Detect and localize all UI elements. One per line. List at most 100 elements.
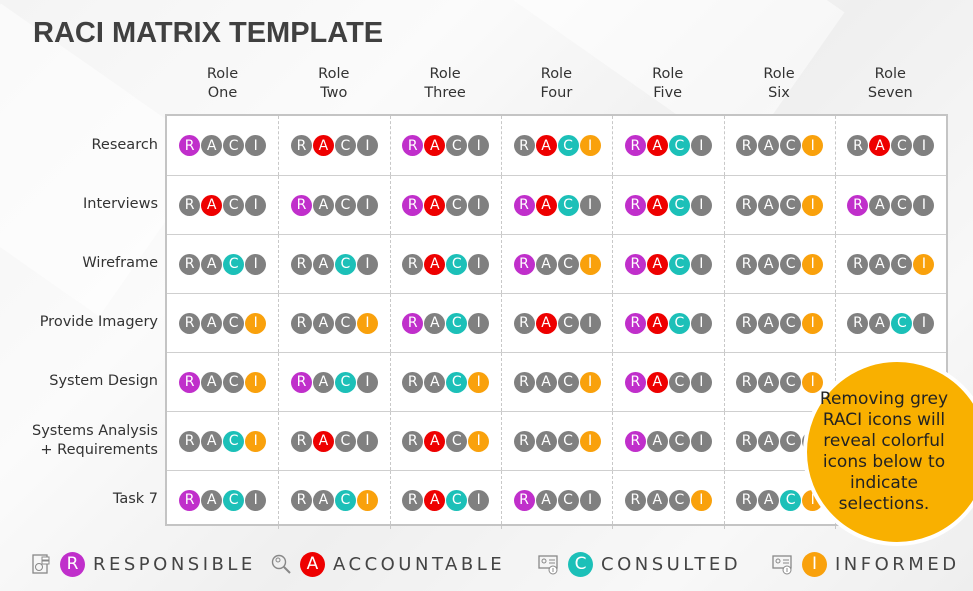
raci-icon-c[interactable]: C	[557, 253, 579, 275]
raci-icon-i[interactable]: I	[468, 371, 490, 393]
raci-icon-r[interactable]: R	[290, 430, 312, 452]
raci-icon-r[interactable]: R	[736, 430, 758, 452]
raci-icon-r[interactable]: R	[513, 135, 535, 156]
raci-icon-a[interactable]: A	[424, 253, 446, 275]
raci-icon-a[interactable]: A	[758, 489, 780, 511]
raci-icon-c[interactable]: C	[223, 312, 245, 334]
raci-icon-r[interactable]: R	[290, 312, 312, 334]
raci-icon-a[interactable]: A	[758, 135, 780, 156]
raci-icon-r[interactable]: R	[402, 253, 424, 275]
raci-icon-r[interactable]: R	[624, 194, 646, 216]
raci-icon-r[interactable]: R	[402, 430, 424, 452]
raci-icon-a[interactable]: A	[535, 135, 557, 156]
raci-icon-r[interactable]: R	[179, 430, 201, 452]
raci-icon-a[interactable]: A	[201, 194, 223, 216]
raci-icon-r[interactable]: R	[513, 430, 535, 452]
raci-icon-c[interactable]: C	[780, 194, 802, 216]
raci-icon-a[interactable]: A	[646, 489, 668, 511]
raci-icon-r[interactable]: R	[179, 253, 201, 275]
raci-icon-r[interactable]: R	[736, 489, 758, 511]
raci-icon-c[interactable]: C	[223, 253, 245, 275]
raci-icon-i[interactable]: I	[913, 135, 935, 156]
raci-icon-i[interactable]: I	[579, 312, 601, 334]
raci-icon-a[interactable]: A	[535, 430, 557, 452]
raci-icon-i[interactable]: I	[690, 253, 712, 275]
raci-icon-c[interactable]: C	[780, 489, 802, 511]
raci-icon-c[interactable]: C	[891, 135, 913, 156]
raci-icon-c[interactable]: C	[446, 489, 468, 511]
raci-icon-a[interactable]: A	[424, 489, 446, 511]
raci-icon-a[interactable]: A	[535, 194, 557, 216]
raci-icon-r[interactable]: R	[513, 194, 535, 216]
raci-icon-a[interactable]: A	[312, 253, 334, 275]
raci-icon-c[interactable]: C	[557, 489, 579, 511]
raci-icon-a[interactable]: A	[758, 371, 780, 393]
raci-icon-c[interactable]: C	[334, 253, 356, 275]
raci-icon-c[interactable]: C	[446, 430, 468, 452]
raci-icon-r[interactable]: R	[847, 135, 869, 156]
raci-icon-a[interactable]: A	[869, 312, 891, 334]
raci-icon-i[interactable]: I	[690, 312, 712, 334]
raci-icon-a[interactable]: A	[869, 253, 891, 275]
raci-icon-c[interactable]: C	[223, 135, 245, 156]
raci-icon-a[interactable]: A	[646, 253, 668, 275]
raci-icon-r[interactable]: R	[402, 194, 424, 216]
raci-icon-a[interactable]: A	[312, 135, 334, 156]
raci-icon-a[interactable]: A	[312, 371, 334, 393]
raci-icon-i[interactable]: I	[579, 430, 601, 452]
raci-icon-a[interactable]: A	[424, 312, 446, 334]
raci-icon-c[interactable]: C	[446, 194, 468, 216]
raci-icon-a[interactable]: A	[535, 253, 557, 275]
raci-icon-i[interactable]: I	[356, 135, 378, 156]
raci-icon-r[interactable]: R	[624, 489, 646, 511]
raci-icon-r[interactable]: R	[513, 312, 535, 334]
raci-icon-i[interactable]: I	[579, 135, 601, 156]
raci-icon-r[interactable]: R	[847, 312, 869, 334]
raci-icon-i[interactable]: I	[356, 312, 378, 334]
raci-icon-r[interactable]: R	[736, 194, 758, 216]
raci-icon-r[interactable]: R	[736, 135, 758, 156]
raci-icon-i[interactable]: I	[690, 371, 712, 393]
raci-icon-r[interactable]: R	[513, 253, 535, 275]
raci-icon-a[interactable]: A	[201, 371, 223, 393]
raci-icon-c[interactable]: C	[334, 135, 356, 156]
raci-icon-i[interactable]: I	[245, 371, 267, 393]
raci-icon-c[interactable]: C	[668, 135, 690, 156]
raci-icon-r[interactable]: R	[847, 194, 869, 216]
raci-icon-a[interactable]: A	[201, 253, 223, 275]
raci-icon-c[interactable]: C	[223, 371, 245, 393]
raci-icon-r[interactable]: R	[290, 194, 312, 216]
raci-icon-a[interactable]: A	[312, 430, 334, 452]
raci-icon-r[interactable]: R	[847, 253, 869, 275]
raci-icon-a[interactable]: A	[201, 489, 223, 511]
raci-icon-r[interactable]: R	[624, 135, 646, 156]
raci-icon-r[interactable]: R	[513, 371, 535, 393]
raci-icon-i[interactable]: I	[245, 312, 267, 334]
raci-icon-c[interactable]: C	[446, 135, 468, 156]
raci-icon-r[interactable]: R	[402, 489, 424, 511]
raci-icon-i[interactable]: I	[690, 194, 712, 216]
raci-icon-i[interactable]: I	[913, 312, 935, 334]
raci-icon-c[interactable]: C	[223, 430, 245, 452]
raci-icon-c[interactable]: C	[668, 430, 690, 452]
raci-icon-c[interactable]: C	[891, 253, 913, 275]
raci-icon-i[interactable]: I	[690, 135, 712, 156]
raci-icon-r[interactable]: R	[736, 371, 758, 393]
raci-icon-i[interactable]: I	[356, 430, 378, 452]
raci-icon-i[interactable]: I	[245, 253, 267, 275]
raci-icon-a[interactable]: A	[424, 430, 446, 452]
raci-icon-c[interactable]: C	[557, 430, 579, 452]
raci-icon-c[interactable]: C	[668, 194, 690, 216]
raci-icon-a[interactable]: A	[646, 135, 668, 156]
raci-icon-i[interactable]: I	[245, 135, 267, 156]
raci-icon-a[interactable]: A	[312, 194, 334, 216]
raci-icon-i[interactable]: I	[468, 430, 490, 452]
raci-icon-i[interactable]: I	[468, 489, 490, 511]
raci-icon-r[interactable]: R	[736, 312, 758, 334]
raci-icon-a[interactable]: A	[424, 194, 446, 216]
raci-icon-i[interactable]: I	[579, 253, 601, 275]
raci-icon-i[interactable]: I	[356, 253, 378, 275]
raci-icon-a[interactable]: A	[535, 371, 557, 393]
raci-icon-i[interactable]: I	[913, 253, 935, 275]
raci-icon-i[interactable]: I	[468, 194, 490, 216]
